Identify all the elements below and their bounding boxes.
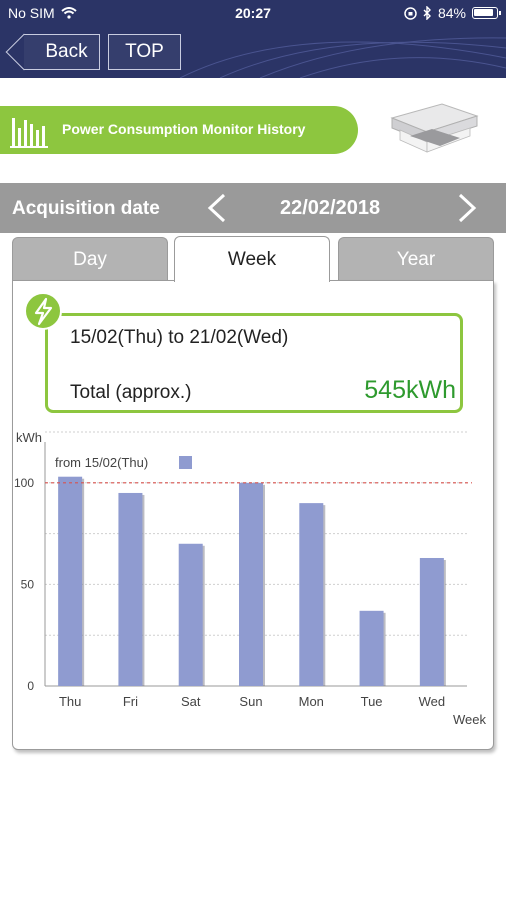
nav-bar: Back TOP [0,28,506,78]
x-tick-label: Mon [299,694,324,709]
y-tick-label: 100 [14,476,34,490]
bar [299,503,324,686]
total-label: Total (approx.) [70,382,192,403]
acquisition-date-label: Acquisition date [12,198,160,219]
tab-week[interactable]: Week [174,236,330,282]
bar [359,610,384,686]
legend-label: from 15/02(Thu) [55,455,148,470]
x-tick-label: Tue [361,694,383,709]
x-tick-label: Sun [239,694,262,709]
page-title: Power Consumption Monitor History [62,121,306,137]
previous-date-chevron-icon[interactable] [202,192,232,224]
tab-year-label: Year [396,248,436,270]
x-axis-label: Week [453,712,486,727]
top-button[interactable]: TOP [108,34,181,70]
next-date-chevron-icon[interactable] [452,192,482,224]
back-button[interactable]: Back [24,34,100,70]
air-conditioner-unit-icon [390,103,479,153]
x-tick-label: Wed [419,694,446,709]
acquisition-date-bar: Acquisition date 22/02/2018 [0,183,506,233]
top-button-label: TOP [125,41,164,62]
tab-week-label: Week [227,248,277,270]
battery-icon [472,7,501,19]
bar-chart-icon [0,106,54,154]
legend-swatch [179,456,192,469]
bar [118,492,143,686]
bar [419,557,444,686]
lightning-bolt-icon [24,292,62,330]
bar [239,482,263,686]
period-text: 15/02(Thu) to 21/02(Wed) [70,327,289,348]
x-tick-label: Thu [59,694,81,709]
y-tick-label: 50 [21,577,35,591]
tab-year[interactable]: Year [338,237,494,281]
acquisition-date-value: 22/02/2018 [280,197,381,219]
tab-day-label: Day [73,248,107,270]
back-button-label: Back [45,41,88,62]
bluetooth-icon [423,6,431,20]
x-tick-label: Sat [181,694,201,709]
battery-percent: 84% [437,5,466,21]
total-value: 545kWh [364,376,456,404]
bar [58,476,83,686]
orientation-lock-icon [404,6,417,20]
y-tick-label: 0 [27,679,34,693]
header-banner: Power Consumption Monitor History [0,106,358,154]
weekly-consumption-chart: kWh 0 50 100 Thu Fri Sat Sun Mon Tue Wed from 15/02… [14,430,487,727]
tab-day[interactable]: Day [12,237,168,281]
y-axis-label: kWh [16,430,42,445]
bar [178,543,203,686]
x-tick-label: Fri [123,694,138,709]
status-bar: No SIM 20:27 84% [0,0,506,28]
